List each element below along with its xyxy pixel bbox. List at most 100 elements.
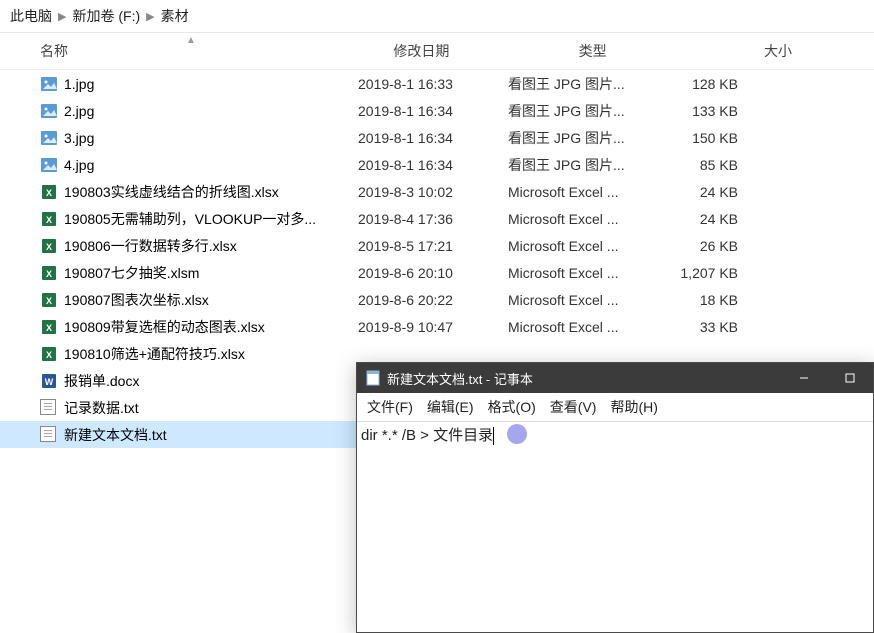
file-size: 24 KB (658, 211, 758, 227)
breadcrumb-item[interactable]: 此电脑 (10, 6, 52, 26)
svg-text:X: X (46, 323, 52, 333)
file-name: 报销单.docx (64, 371, 358, 391)
file-type: Microsoft Excel ... (508, 238, 658, 254)
breadcrumb-item[interactable]: 新加卷 (F:) (72, 6, 140, 26)
file-size: 18 KB (658, 292, 758, 308)
file-type: Microsoft Excel ... (508, 292, 658, 308)
svg-text:W: W (45, 377, 54, 387)
svg-text:X: X (46, 215, 52, 225)
menu-format[interactable]: 格式(O) (488, 397, 536, 417)
file-type: Microsoft Excel ... (508, 265, 658, 281)
file-date: 2019-8-4 17:36 (358, 211, 508, 227)
notepad-editor[interactable]: dir *.* /B > 文件目录 (357, 422, 873, 447)
menu-edit[interactable]: 编辑(E) (427, 397, 474, 417)
notepad-text: dir *.* /B > 文件目录 (361, 427, 493, 444)
file-type: Microsoft Excel ... (508, 211, 658, 227)
xls-file-icon: X (40, 291, 58, 309)
chevron-right-icon: ▶ (58, 10, 66, 23)
breadcrumb[interactable]: 此电脑 ▶ 新加卷 (F:) ▶ 素材 (0, 0, 874, 33)
file-name: 记录数据.txt (64, 398, 358, 418)
column-date[interactable]: 修改日期 (393, 41, 543, 61)
file-date: 2019-8-6 20:22 (358, 292, 508, 308)
xls-file-icon: X (40, 345, 58, 363)
maximize-button[interactable] (827, 363, 873, 393)
file-row[interactable]: 1.jpg2019-8-1 16:33看图王 JPG 图片...128 KB (0, 70, 874, 97)
notepad-title: 新建文本文档.txt - 记事本 (387, 369, 533, 388)
xls-file-icon: X (40, 183, 58, 201)
breadcrumb-item[interactable]: 素材 (161, 6, 189, 26)
file-row[interactable]: 3.jpg2019-8-1 16:34看图王 JPG 图片...150 KB (0, 124, 874, 151)
file-date: 2019-8-9 10:47 (358, 319, 508, 335)
file-name: 新建文本文档.txt (64, 425, 358, 445)
file-name: 190810筛选+通配符技巧.xlsx (64, 344, 358, 364)
file-date: 2019-8-1 16:34 (358, 157, 508, 173)
file-type: 看图王 JPG 图片... (508, 74, 658, 94)
file-date: 2019-8-1 16:33 (358, 76, 508, 92)
jpg-file-icon (40, 102, 58, 120)
jpg-file-icon (40, 75, 58, 93)
text-caret (493, 427, 494, 445)
txt-file-icon (40, 426, 58, 444)
file-row[interactable]: X 190809带复选框的动态图表.xlsx2019-8-9 10:47Micro… (0, 313, 874, 340)
file-type: Microsoft Excel ... (508, 184, 658, 200)
file-row[interactable]: X 190806一行数据转多行.xlsx2019-8-5 17:21Microso… (0, 232, 874, 259)
notepad-window: 新建文本文档.txt - 记事本 文件(F) 编辑(E) 格式(O) 查看(V)… (356, 362, 874, 633)
file-row[interactable]: X 190803实线虚线结合的折线图.xlsx2019-8-3 10:02Micr… (0, 178, 874, 205)
svg-text:X: X (46, 269, 52, 279)
file-name: 1.jpg (64, 76, 358, 92)
file-row[interactable]: 2.jpg2019-8-1 16:34看图王 JPG 图片...133 KB (0, 97, 874, 124)
file-size: 85 KB (658, 157, 758, 173)
svg-text:X: X (46, 242, 52, 252)
file-size: 26 KB (658, 238, 758, 254)
file-name: 190807图表次坐标.xlsx (64, 290, 358, 310)
file-row[interactable]: X 190807七夕抽奖.xlsm2019-8-6 20:10Microsoft … (0, 259, 874, 286)
svg-text:X: X (46, 296, 52, 306)
file-date: 2019-8-5 17:21 (358, 238, 508, 254)
notepad-icon (365, 370, 381, 386)
column-headers: ▲ 名称 修改日期 类型 大小 (0, 33, 874, 70)
txt-file-icon (40, 399, 58, 417)
minimize-button[interactable] (781, 363, 827, 393)
file-name: 190805无需辅助列，VLOOKUP一对多... (64, 209, 358, 229)
file-name: 190807七夕抽奖.xlsm (64, 263, 358, 283)
file-name: 190806一行数据转多行.xlsx (64, 236, 358, 256)
xls-file-icon: X (40, 318, 58, 336)
jpg-file-icon (40, 129, 58, 147)
file-date: 2019-8-6 20:10 (358, 265, 508, 281)
file-date: 2019-8-1 16:34 (358, 130, 508, 146)
file-name: 4.jpg (64, 157, 358, 173)
file-type: 看图王 JPG 图片... (508, 155, 658, 175)
file-date: 2019-8-3 10:02 (358, 184, 508, 200)
file-name: 190809带复选框的动态图表.xlsx (64, 317, 358, 337)
xls-file-icon: X (40, 264, 58, 282)
cursor-indicator-icon (507, 424, 527, 444)
file-type: Microsoft Excel ... (508, 319, 658, 335)
menu-view[interactable]: 查看(V) (550, 397, 597, 417)
notepad-titlebar[interactable]: 新建文本文档.txt - 记事本 (357, 363, 873, 393)
file-type: 看图王 JPG 图片... (508, 128, 658, 148)
file-type: 看图王 JPG 图片... (508, 101, 658, 121)
jpg-file-icon (40, 156, 58, 174)
file-name: 2.jpg (64, 103, 358, 119)
menu-help[interactable]: 帮助(H) (610, 397, 657, 417)
file-row[interactable]: 4.jpg2019-8-1 16:34看图王 JPG 图片...85 KB (0, 151, 874, 178)
xls-file-icon: X (40, 237, 58, 255)
doc-file-icon: W (40, 372, 58, 390)
file-size: 150 KB (658, 130, 758, 146)
column-size[interactable]: 大小 (764, 41, 864, 61)
menu-file[interactable]: 文件(F) (367, 397, 413, 417)
file-name: 190803实线虚线结合的折线图.xlsx (64, 182, 358, 202)
column-type[interactable]: 类型 (579, 41, 729, 61)
sort-ascending-icon: ▲ (186, 35, 196, 46)
file-size: 33 KB (658, 319, 758, 335)
column-name[interactable]: 名称 (40, 41, 358, 61)
svg-text:X: X (46, 188, 52, 198)
notepad-menubar: 文件(F) 编辑(E) 格式(O) 查看(V) 帮助(H) (357, 393, 873, 422)
file-size: 24 KB (658, 184, 758, 200)
chevron-right-icon: ▶ (146, 10, 154, 23)
file-size: 1,207 KB (658, 265, 758, 281)
file-row[interactable]: X 190805无需辅助列，VLOOKUP一对多...2019-8-4 17:36… (0, 205, 874, 232)
file-date: 2019-8-1 16:34 (358, 103, 508, 119)
file-name: 3.jpg (64, 130, 358, 146)
file-row[interactable]: X 190807图表次坐标.xlsx2019-8-6 20:22Microsoft… (0, 286, 874, 313)
